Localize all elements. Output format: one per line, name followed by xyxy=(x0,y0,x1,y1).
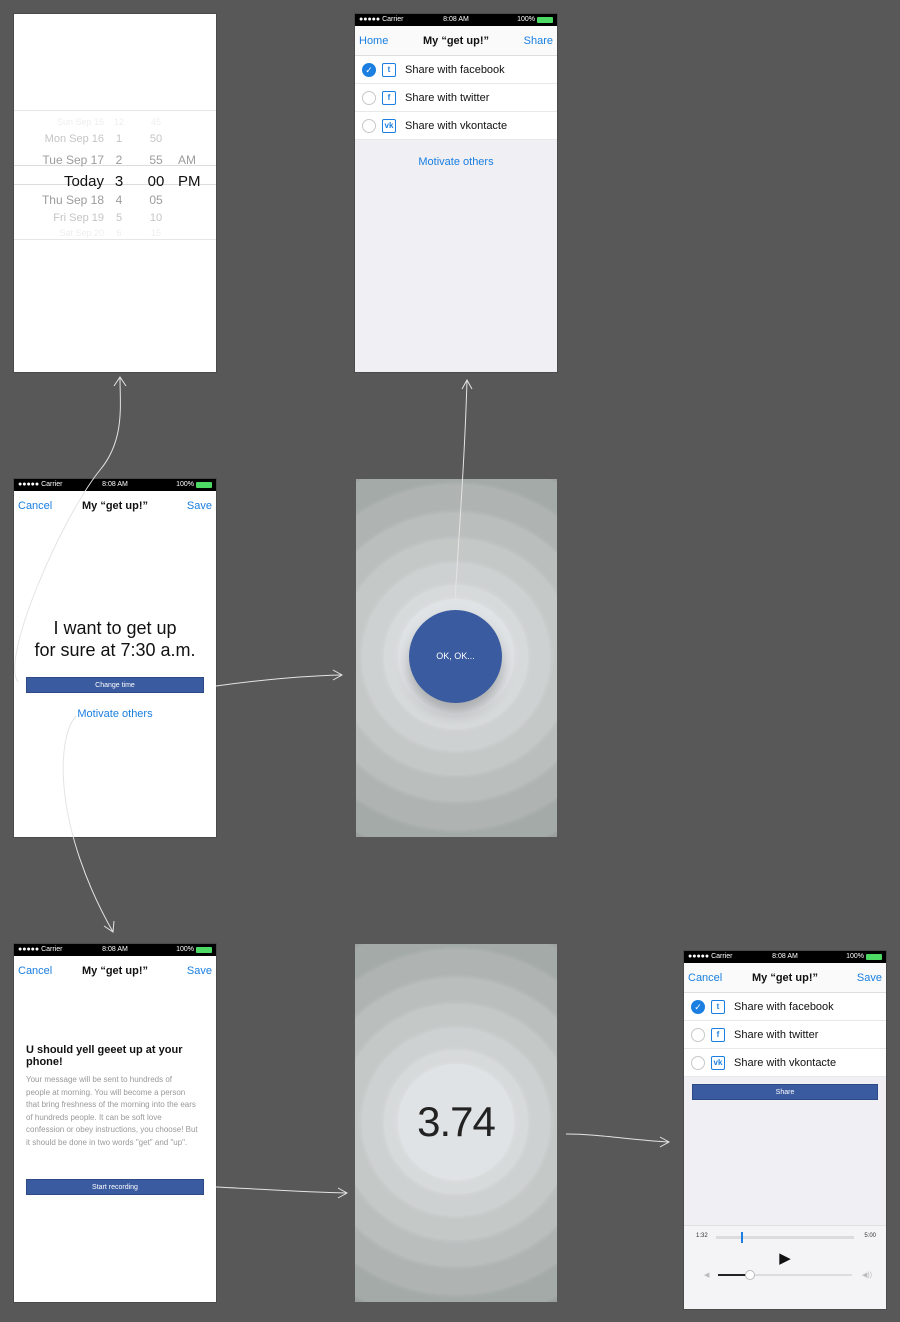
flow-arrow-to-timer xyxy=(215,1186,347,1194)
timer-value: 3.74 xyxy=(417,1098,496,1145)
flow-arrow-to-final xyxy=(565,1133,669,1143)
flow-arrow-to-share xyxy=(454,379,468,601)
ok-button[interactable]: OK, OK... xyxy=(409,610,502,703)
flow-arrow-to-rings xyxy=(215,674,342,687)
flow-arrow-to-picker xyxy=(14,377,121,683)
flow-arrow-to-record xyxy=(62,715,114,933)
